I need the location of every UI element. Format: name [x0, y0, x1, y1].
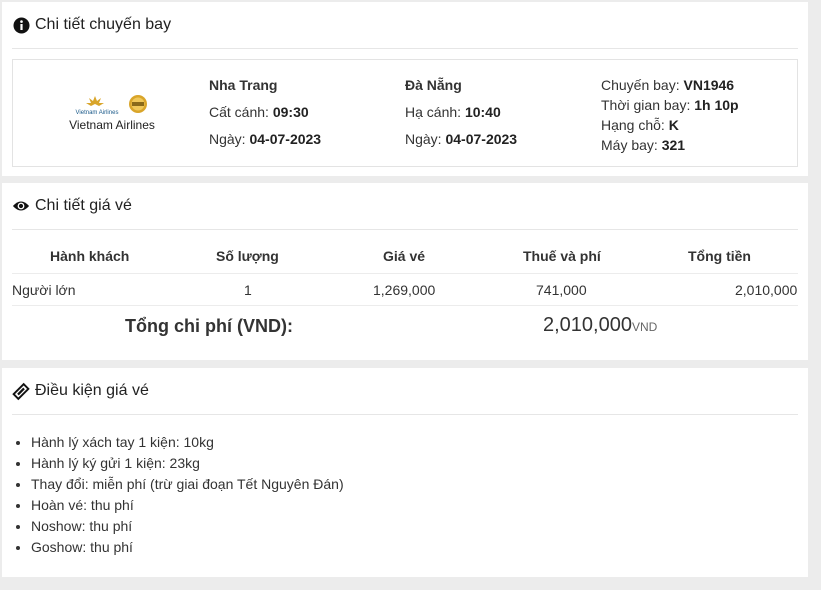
departure-info: Nha Trang Cất cánh: 09:30 Ngày: 04-07-20… [209, 76, 321, 157]
seat-class-label: Hạng chỗ: [601, 117, 665, 133]
table-divider [12, 273, 798, 274]
arrival-info: Đà Nẵng Hạ cánh: 10:40 Ngày: 04-07-2023 [405, 76, 517, 157]
table-divider [12, 305, 798, 306]
ticket-icon [12, 382, 30, 400]
arrival-date-label: Ngày: [405, 131, 442, 147]
seat-class: K [668, 117, 679, 133]
fare-conditions-header: Điều kiện giá vé [12, 368, 798, 415]
aircraft-label: Máy bay: [601, 137, 658, 153]
col-header-tax: Thuế và phí [523, 248, 601, 264]
flight-details-header: Chi tiết chuyến bay [12, 2, 798, 49]
info-circle-icon [12, 16, 30, 34]
aircraft-type: 321 [661, 137, 686, 153]
list-item: Goshow: thu phí [31, 537, 344, 558]
departure-date: 04-07-2023 [249, 131, 322, 147]
flight-meta-info: Chuyến bay: VN1946 Thời gian bay: 1h 10p… [601, 76, 739, 156]
departure-city: Nha Trang [209, 77, 278, 93]
total-cost-label: Tổng chi phí (VND): [125, 316, 293, 336]
flight-number-label: Chuyến bay: [601, 77, 680, 93]
svg-text:Vietnam Airlines: Vietnam Airlines [76, 110, 119, 116]
list-item: Hành lý xách tay 1 kiện: 10kg [31, 432, 344, 453]
conditions-list: Hành lý xách tay 1 kiện: 10kg Hành lý ký… [31, 432, 344, 558]
col-header-passenger: Hành khách [50, 248, 130, 264]
col-header-fare: Giá vé [383, 248, 426, 264]
list-item: Hành lý ký gửi 1 kiện: 23kg [31, 453, 344, 474]
flight-details-panel: Chi tiết chuyến bay Vietnam Airlines Vie… [2, 2, 808, 176]
flight-duration: 1h 10p [694, 97, 739, 113]
cell-tax: 741,000 [536, 282, 587, 298]
eye-icon [12, 197, 30, 215]
col-header-quantity: Số lượng [216, 248, 279, 264]
cell-fare: 1,269,000 [373, 282, 436, 298]
price-details-title: Chi tiết giá vé [35, 197, 132, 214]
departure-time-label: Cất cánh: [209, 104, 269, 120]
arrival-time-label: Hạ cánh: [405, 104, 462, 120]
currency-label: VND [631, 320, 658, 334]
list-item: Thay đổi: miễn phí (trừ giai đoạn Tết Ng… [31, 474, 344, 495]
list-item: Hoàn vé: thu phí [31, 495, 344, 516]
arrival-time: 10:40 [464, 104, 501, 120]
list-item: Noshow: thu phí [31, 516, 344, 537]
total-cost-value: 2,010,000VND [543, 314, 657, 337]
cell-total: 2,010,000 [735, 282, 798, 298]
flight-number: VN1946 [683, 77, 735, 93]
col-header-total: Tổng tiền [688, 248, 751, 264]
airline-logo: Vietnam Airlines Vietnam Airlines [66, 94, 158, 132]
flight-details-title: Chi tiết chuyến bay [35, 16, 172, 33]
duration-label: Thời gian bay: [601, 97, 691, 113]
total-amount: 2,010,000 [543, 314, 632, 336]
price-details-panel: Chi tiết giá vé Hành khách Số lượng Giá … [2, 183, 808, 360]
fare-conditions-panel: Điều kiện giá vé Hành lý xách tay 1 kiện… [2, 368, 808, 577]
departure-date-label: Ngày: [209, 131, 246, 147]
vietnam-airlines-logo-icon: Vietnam Airlines [76, 95, 147, 116]
price-details-header: Chi tiết giá vé [12, 183, 798, 230]
departure-time: 09:30 [272, 104, 309, 120]
arrival-city: Đà Nẵng [405, 77, 462, 93]
cell-quantity: 1 [244, 282, 252, 298]
flight-card: Vietnam Airlines Vietnam Airlines Nha Tr… [12, 59, 798, 167]
arrival-date: 04-07-2023 [445, 131, 518, 147]
fare-conditions-title: Điều kiện giá vé [35, 382, 149, 399]
cell-passenger: Người lớn [12, 282, 76, 298]
airline-name: Vietnam Airlines [69, 118, 155, 132]
